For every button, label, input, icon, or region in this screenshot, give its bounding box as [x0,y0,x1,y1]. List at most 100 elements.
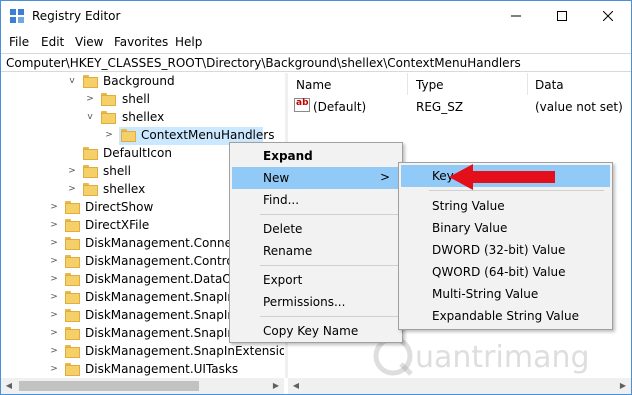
tree-node-background[interactable]: v Background [1,73,284,91]
window-title: Registry Editor [32,9,121,23]
chevron-right-icon[interactable]: > [104,130,114,140]
chevron-right-icon[interactable]: > [85,94,95,104]
menu-item-find[interactable]: Find... [232,189,400,211]
column-divider[interactable] [527,73,528,95]
context-menu: Expand New > Find... Delete Rename Expor… [229,142,403,343]
tree-node-label: shell [103,164,131,178]
tree-node-label: DefaultIcon [103,146,172,160]
scroll-right-icon[interactable]: ▶ [268,378,284,394]
column-divider[interactable] [407,73,408,95]
folder-icon [65,291,80,304]
title-bar: Registry Editor [1,1,631,31]
value-data-cell: (value not set) [535,100,623,114]
chevron-right-icon[interactable]: > [49,346,59,356]
menu-bar: File Edit View Favorites Help [1,32,631,52]
close-icon [603,11,613,21]
folder-icon [65,237,80,250]
address-path: Computer\HKEY_CLASSES_ROOT\Directory\Bac… [6,56,521,70]
menu-favorites[interactable]: Favorites [114,35,168,49]
maximize-button[interactable] [539,1,585,31]
chevron-right-icon[interactable]: > [49,220,59,230]
folder-icon [65,309,80,322]
chevron-right-icon[interactable]: > [49,256,59,266]
menu-item-expand[interactable]: Expand [232,145,400,167]
scroll-left-icon[interactable]: ◀ [288,378,304,394]
scroll-right-icon[interactable]: ▶ [615,378,631,394]
tree-node-label: DiskManagement.Control [85,254,238,268]
menu-separator [260,316,398,317]
red-arrow-annotation [449,164,555,190]
folder-icon [65,201,80,214]
chevron-right-icon[interactable]: > [49,364,59,374]
tree-node-diskmanagement-uitasks[interactable]: > DiskManagement.UITasks [1,361,284,378]
tree-node-label: Background [103,74,175,88]
menu-edit[interactable]: Edit [41,35,64,49]
folder-icon [121,129,136,142]
submenu-item-multi-string-value[interactable]: Multi-String Value [401,283,610,305]
tree-node-shellex[interactable]: v shellex [1,109,284,127]
tree-node-label: ContextMenuHandlers [141,128,275,142]
folder-icon [101,111,116,124]
chevron-right-icon[interactable]: > [49,274,59,284]
tree-node-diskmanagement-snapinextension[interactable]: > DiskManagement.SnapInExtension [1,343,284,361]
chevron-right-icon[interactable]: > [49,310,59,320]
registry-editor-window: Registry Editor File Edit View Favorites… [0,0,632,395]
chevron-right-icon[interactable]: > [49,292,59,302]
submenu-item-qword-value[interactable]: QWORD (64-bit) Value [401,261,610,283]
value-name-cell[interactable]: (Default) [313,100,366,114]
maximize-icon [557,11,567,21]
tree-node-shell[interactable]: > shell [1,91,284,109]
menu-file[interactable]: File [9,35,29,49]
folder-icon [101,93,116,106]
menu-item-rename[interactable]: Rename [232,240,400,262]
address-bar[interactable]: Computer\HKEY_CLASSES_ROOT\Directory\Bac… [1,53,631,72]
minimize-button[interactable] [493,1,539,31]
menu-item-copy-key-name[interactable]: Copy Key Name [232,320,400,342]
tree-node-label: DiskManagement.UITasks [85,362,239,376]
menu-help[interactable]: Help [175,35,202,49]
column-header-name[interactable]: Name [296,78,331,92]
menu-view[interactable]: View [75,35,103,49]
tree-node-label: DiskManagement.SnapInCo [85,326,251,340]
scroll-thumb[interactable] [19,381,199,391]
chevron-right-icon[interactable]: > [67,184,77,194]
tree-node-label: shellex [122,110,165,124]
string-value-icon: ab [294,98,310,112]
submenu-item-binary-value[interactable]: Binary Value [401,217,610,239]
chevron-right-icon[interactable]: > [49,328,59,338]
folder-icon [65,273,80,286]
submenu-item-expandable-string-value[interactable]: Expandable String Value [401,305,610,327]
menu-item-new[interactable]: New > [232,167,400,189]
folder-icon [65,219,80,232]
chevron-right-icon[interactable]: > [67,166,77,176]
tree-node-label: DiskManagement.SnapInAb [85,308,251,322]
folder-icon [65,255,80,268]
folder-icon [65,363,80,376]
value-type-cell: REG_SZ [416,100,464,114]
scroll-left-icon[interactable]: ◀ [1,378,17,394]
tree-node-label: DiskManagement.SnapIn [85,290,235,304]
menu-separator [260,265,398,266]
chevron-down-icon[interactable]: v [85,112,95,122]
chevron-right-icon[interactable]: > [49,202,59,212]
registry-editor-icon [10,9,24,23]
column-header-data[interactable]: Data [535,78,564,92]
column-header-type[interactable]: Type [416,78,444,92]
folder-icon [83,183,98,196]
chevron-right-icon[interactable]: > [49,238,59,248]
tree-horizontal-scrollbar[interactable]: ◀ ▶ [1,378,284,394]
tree-node-label: DiskManagement.DataObje [85,272,251,286]
menu-item-permissions[interactable]: Permissions... [232,291,400,313]
menu-item-export[interactable]: Export [232,269,400,291]
folder-icon [65,327,80,340]
submenu-item-string-value[interactable]: String Value [401,195,610,217]
chevron-down-icon[interactable]: v [67,76,77,86]
submenu-arrow-icon: > [379,170,390,184]
minimize-icon [511,15,521,17]
submenu-item-dword-value[interactable]: DWORD (32-bit) Value [401,239,610,261]
menu-separator [260,214,398,215]
close-button[interactable] [585,1,631,31]
watermark-logo: uantrimang [371,331,611,381]
tree-node-label: DiskManagement.SnapInExtension [85,344,284,358]
menu-item-delete[interactable]: Delete [232,218,400,240]
